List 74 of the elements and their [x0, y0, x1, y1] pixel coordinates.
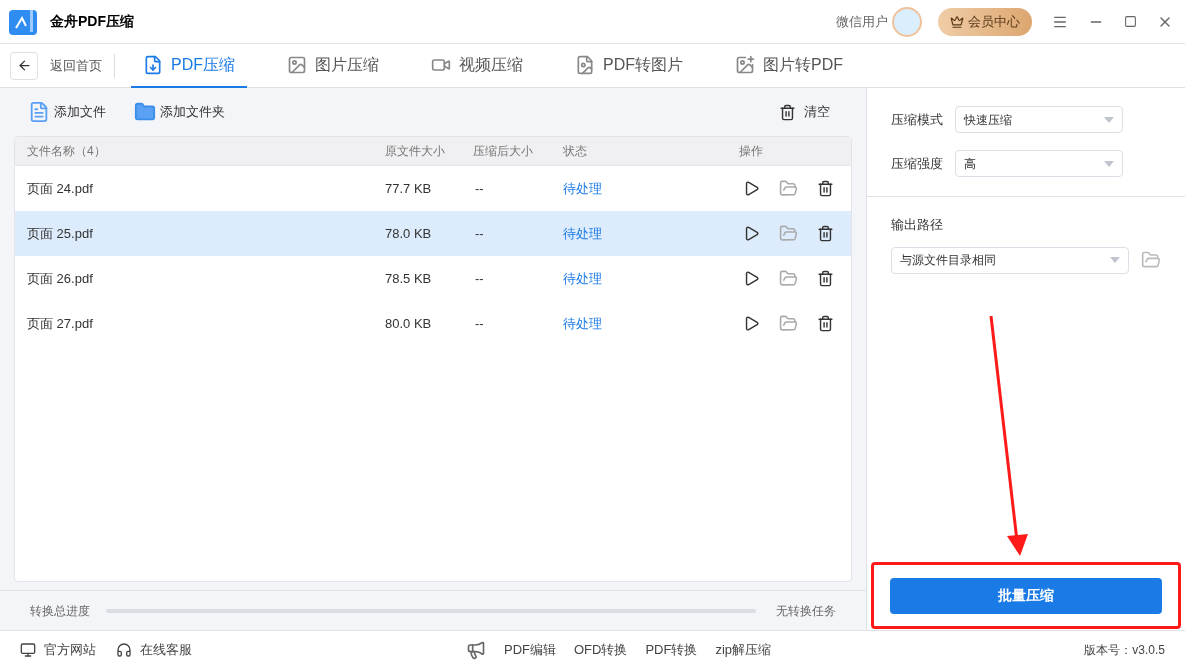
progress-label: 转换总进度 — [30, 602, 90, 620]
file-download-icon — [143, 54, 163, 75]
mode-select[interactable]: 快速压缩 — [955, 106, 1123, 133]
mode-label: 压缩模式 — [891, 110, 943, 129]
tool-link[interactable]: PDF转换 — [645, 640, 698, 660]
status-text: 待处理 — [563, 269, 603, 288]
monitor-icon — [20, 642, 36, 658]
support-link[interactable]: 在线客服 — [116, 640, 192, 660]
clear-button[interactable]: 清空 — [779, 102, 830, 122]
compressed-size: -- — [474, 179, 485, 198]
trash-icon[interactable] — [817, 315, 834, 332]
progress-status: 无转换任务 — [776, 602, 836, 620]
window-title: 金舟PDF压缩 — [50, 12, 134, 31]
nav-tab[interactable]: 图片转PDF — [723, 43, 855, 88]
home-link[interactable]: 返回首页 — [50, 55, 102, 76]
strength-label: 压缩强度 — [891, 154, 943, 173]
compressed-size: -- — [474, 269, 485, 288]
file-icon — [28, 101, 50, 123]
status-text: 待处理 — [563, 224, 603, 243]
file-name: 页面 27.pdf — [27, 314, 94, 333]
vip-center-button[interactable]: 会员中心 — [938, 7, 1032, 36]
file-size: 78.5 KB — [385, 269, 433, 288]
column-header: 操作 — [739, 143, 764, 160]
image-icon — [287, 54, 307, 75]
megaphone-icon — [466, 640, 486, 660]
add-file-button[interactable]: 添加文件 — [28, 101, 106, 123]
compressed-size: -- — [474, 224, 485, 243]
dropdown-caret-icon — [1110, 257, 1120, 263]
file-name: 页面 24.pdf — [27, 179, 94, 198]
tool-link[interactable]: OFD转换 — [574, 640, 628, 660]
back-arrow-icon — [16, 58, 32, 73]
play-icon[interactable] — [743, 270, 760, 287]
column-header: 压缩后大小 — [473, 143, 534, 160]
status-text: 待处理 — [563, 314, 603, 333]
add-folder-button[interactable]: 添加文件夹 — [134, 101, 225, 123]
nav-tab[interactable]: 视频压缩 — [419, 43, 535, 88]
play-icon[interactable] — [743, 315, 760, 332]
column-header: 状态 — [563, 143, 588, 160]
file-name: 页面 26.pdf — [27, 269, 94, 288]
trash-icon[interactable] — [817, 270, 834, 287]
tool-link[interactable]: PDF编辑 — [504, 640, 556, 660]
play-icon[interactable] — [743, 180, 760, 197]
status-text: 待处理 — [563, 179, 603, 198]
file-name: 页面 25.pdf — [27, 224, 94, 243]
play-icon[interactable] — [743, 225, 760, 242]
image-plus-icon — [735, 54, 755, 75]
strength-select[interactable]: 高 — [955, 150, 1123, 177]
file-row[interactable]: 页面 25.pdf 78.0 KB -- 待处理 — [15, 211, 851, 256]
file-size: 80.0 KB — [385, 314, 433, 333]
compressed-size: -- — [474, 314, 485, 333]
trash-icon[interactable] — [817, 225, 834, 242]
folder-icon — [134, 101, 156, 123]
maximize-icon[interactable] — [1124, 15, 1137, 28]
column-header: 原文件大小 — [385, 143, 446, 160]
website-link[interactable]: 官方网站 — [20, 640, 96, 660]
version-text: 版本号：v3.0.5 — [1084, 642, 1165, 659]
crown-icon — [950, 14, 964, 29]
trash-icon — [779, 103, 796, 121]
output-label: 输出路径 — [891, 216, 944, 234]
user-name: 微信用户 — [836, 12, 888, 31]
column-header: 文件名称（4） — [27, 143, 107, 160]
file-size: 78.0 KB — [385, 224, 433, 243]
dropdown-caret-icon — [1104, 160, 1114, 167]
trash-icon[interactable] — [817, 180, 834, 197]
headset-icon — [116, 642, 132, 658]
tool-link[interactable]: zip解压缩 — [715, 640, 772, 660]
output-path-select[interactable]: 与源文件目录相同 — [891, 246, 1129, 274]
batch-compress-button[interactable]: 批量压缩 — [890, 577, 1162, 614]
nav-tab[interactable]: PDF转图片 — [563, 43, 695, 88]
file-image-icon — [575, 54, 595, 75]
dropdown-caret-icon — [1104, 116, 1114, 123]
file-size: 77.7 KB — [385, 179, 433, 198]
back-button[interactable] — [10, 51, 38, 80]
nav-tab[interactable]: 图片压缩 — [275, 43, 391, 88]
